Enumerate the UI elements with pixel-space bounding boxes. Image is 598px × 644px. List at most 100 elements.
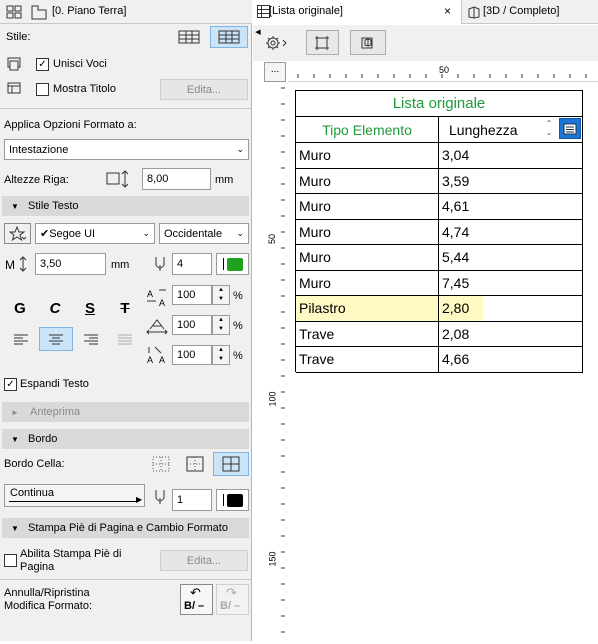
header-lunghezza-text: Lunghezza [449, 121, 518, 138]
sort-spinner[interactable]: ⌃ ⌄ [543, 119, 555, 139]
text-height-percent: % [233, 350, 243, 362]
undo-format-button[interactable]: ↶ B/ – [180, 584, 213, 615]
chevron-down-icon: ⌄ [236, 144, 244, 154]
underline-button[interactable]: S [78, 297, 102, 319]
align-center-icon[interactable] [39, 327, 73, 351]
select-icon[interactable] [306, 30, 339, 55]
header-options-icon[interactable] [559, 118, 581, 139]
collapse-left-icon[interactable]: ◀ [254, 27, 262, 37]
stile-testo-section[interactable]: ▼ Stile Testo [2, 196, 249, 216]
table-cell-tipo[interactable]: Trave [296, 347, 439, 373]
applica-dropdown[interactable]: Intestazione ⌄ [4, 139, 249, 160]
line-type-dropdown[interactable]: Continua ▶ [4, 484, 145, 507]
collapse-arrow-icon: ▼ [11, 434, 19, 444]
table-cell-lunghezza[interactable]: 3,04 [439, 143, 583, 169]
collapse-arrow-icon: ▼ [11, 523, 19, 533]
redo-format-label: B/ – [220, 600, 241, 612]
italic-button[interactable]: C [43, 297, 67, 319]
align-right-icon[interactable] [76, 328, 106, 350]
line-pen-input[interactable]: 1 [172, 489, 212, 511]
text-width-input[interactable]: 100 [172, 285, 212, 305]
table-style-b-icon[interactable] [210, 26, 248, 48]
table-title-text: Lista originale [392, 95, 486, 112]
header-tipo-elemento[interactable]: Tipo Elemento [296, 117, 439, 143]
border-all-icon[interactable] [213, 452, 249, 476]
text-width-spinner[interactable]: ▲ ▼ [212, 285, 230, 305]
unisci-voci-checkbox[interactable]: ✓ [36, 58, 49, 71]
applica-label: Applica Opzioni Formato a: [4, 119, 137, 131]
table-cell-tipo[interactable]: Pilastro [296, 296, 439, 322]
text-spacing-spinner[interactable]: ▲ ▼ [212, 315, 230, 335]
view-title: [0. Piano Terra] [52, 5, 127, 17]
grid-view-icon[interactable] [4, 4, 24, 20]
table-cell-lunghezza[interactable]: 4,61 [439, 194, 583, 220]
border-outer-icon[interactable] [180, 453, 210, 475]
undo-format-label: B/ – [184, 600, 205, 612]
tab-lista-originale[interactable]: [Lista originale] × [253, 0, 462, 24]
table-cell-lunghezza[interactable]: 7,45 [439, 270, 583, 296]
table-cell-lunghezza[interactable]: 2,80 [439, 296, 583, 322]
table-cell-tipo[interactable]: Muro [296, 168, 439, 194]
bold-button[interactable]: G [8, 297, 32, 319]
table-title[interactable]: Lista originale [296, 91, 583, 117]
table-cell-tipo[interactable]: Trave [296, 321, 439, 347]
anteprima-section[interactable]: ► Anteprima [2, 402, 249, 422]
edita-title-button[interactable]: Edita... [160, 79, 248, 100]
table-cell-tipo[interactable]: Muro [296, 245, 439, 271]
text-height-spinner[interactable]: ▲ ▼ [212, 345, 230, 365]
table-cell-lunghezza[interactable]: 4,66 [439, 347, 583, 373]
edita-footer-button[interactable]: Edita... [160, 550, 248, 571]
header-lunghezza[interactable]: Lunghezza ⌃ ⌄ [439, 117, 583, 143]
align-justify-icon[interactable] [110, 328, 140, 350]
stile-label: Stile: [6, 31, 31, 43]
select-3d-icon[interactable] [350, 30, 386, 55]
table-cell-tipo[interactable]: Muro [296, 219, 439, 245]
table-cell-lunghezza[interactable]: 5,44 [439, 245, 583, 271]
altezze-label: Altezze Riga: [4, 174, 69, 186]
undo-arrow-icon: ↶ [190, 585, 201, 600]
font-size-unit: mm [111, 259, 130, 271]
espandi-testo-checkbox[interactable]: ✓ [4, 378, 17, 391]
text-spacing-input[interactable]: 100 [172, 315, 212, 335]
font-size-icon: M [4, 254, 30, 274]
font-size-input[interactable]: 3,50 [35, 253, 106, 275]
font-dropdown[interactable]: ✔Segoe UI ⌄ [35, 223, 155, 244]
table-cell-tipo[interactable]: Muro [296, 194, 439, 220]
tab-3d-label: [3D / Completo] [483, 5, 560, 17]
table-cell-text: 2,80 [442, 300, 470, 317]
table-style-a-icon[interactable] [172, 26, 206, 48]
toolbar: ◀ [253, 25, 598, 61]
pen-input[interactable]: 4 [172, 253, 212, 275]
text-height-input[interactable]: 100 [172, 345, 212, 365]
mostra-titolo-checkbox[interactable] [36, 83, 49, 96]
table-cell-lunghezza[interactable]: 4,74 [439, 219, 583, 245]
abilita-stampa-checkbox[interactable] [4, 554, 17, 567]
strikethrough-button[interactable]: T [113, 297, 137, 319]
stampa-section[interactable]: ▼ Stampa Piè di Pagina e Cambio Formato [2, 518, 249, 538]
chevron-down-icon: ⌄ [236, 228, 244, 238]
table-cell-tipo[interactable]: Muro [296, 270, 439, 296]
font-value: ✔Segoe UI [40, 228, 96, 240]
pen-color-swatch[interactable] [216, 253, 249, 275]
anteprima-label: Anteprima [30, 406, 81, 418]
line-pen-color-swatch[interactable] [216, 489, 249, 511]
redo-arrow-icon: ↷ [226, 585, 237, 600]
row-height-input[interactable]: 8,00 [142, 168, 211, 190]
text-spacing-percent: % [233, 320, 243, 332]
redo-format-button[interactable]: ↷ B/ – [216, 584, 249, 615]
border-none-icon[interactable] [146, 453, 176, 475]
row-height-unit: mm [215, 174, 234, 186]
tab-3d-completo[interactable]: [3D / Completo] [463, 0, 598, 24]
bordo-section[interactable]: ▼ Bordo [2, 429, 249, 449]
align-left-icon[interactable] [6, 328, 36, 350]
script-dropdown[interactable]: Occidentale ⌄ [159, 223, 249, 244]
settings-gear-icon[interactable] [263, 32, 291, 54]
chevron-right-icon: ▶ [136, 495, 143, 504]
applica-value: Intestazione [9, 143, 69, 156]
close-icon[interactable]: × [444, 4, 451, 18]
favorite-star-icon[interactable] [4, 223, 31, 244]
table-cell-lunghezza[interactable]: 2,08 [439, 321, 583, 347]
table-cell-lunghezza[interactable]: 3,59 [439, 168, 583, 194]
table-cell-tipo[interactable]: Muro [296, 143, 439, 169]
ruler-corner[interactable]: ... [264, 62, 286, 82]
